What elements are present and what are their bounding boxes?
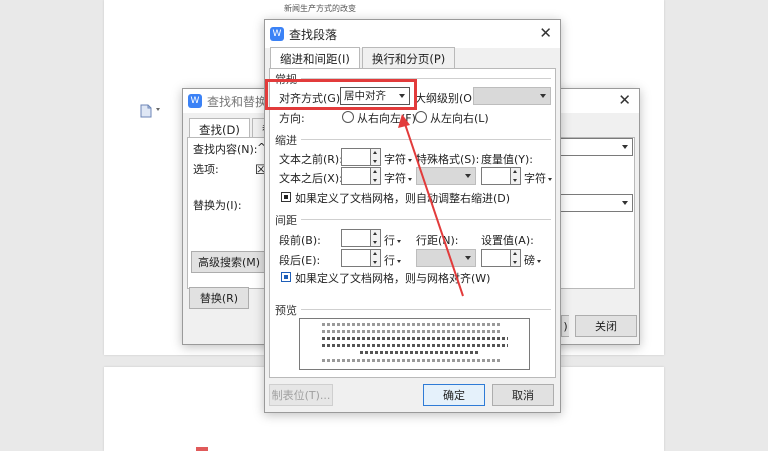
annotation-arrow — [398, 114, 464, 297]
